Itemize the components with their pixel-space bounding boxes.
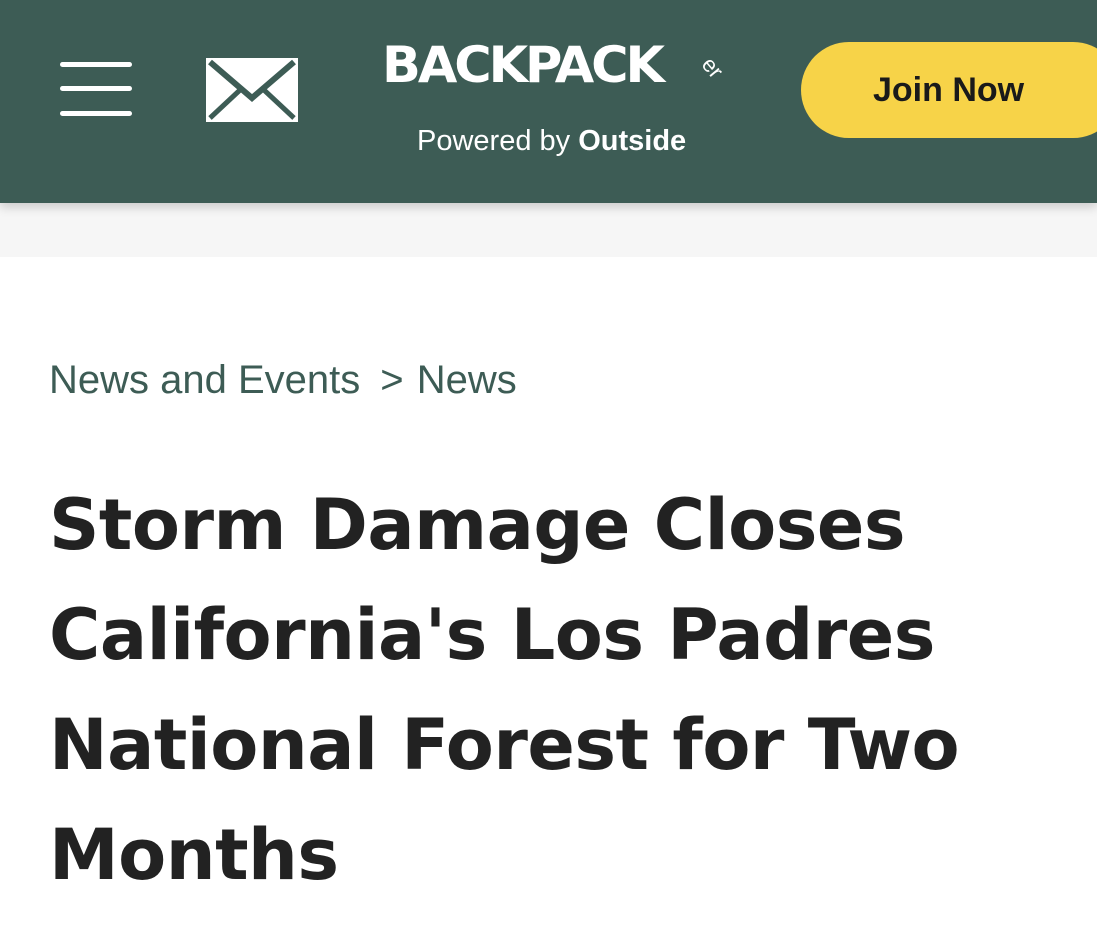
menu-bar bbox=[60, 86, 132, 91]
logo-suffix: er bbox=[696, 52, 729, 84]
site-logo[interactable]: BACKPACK er bbox=[380, 32, 750, 102]
logo-wordmark: BACKPACK bbox=[382, 36, 665, 94]
article-title: Storm Damage Closes California's Los Pad… bbox=[49, 484, 960, 896]
hamburger-menu-icon[interactable] bbox=[60, 62, 132, 118]
powered-by-brand: Outside bbox=[578, 125, 687, 157]
powered-by-tagline: Powered by Outside bbox=[417, 125, 686, 158]
breadcrumb-news-and-events[interactable]: News and Events bbox=[49, 358, 360, 402]
join-now-button[interactable]: Join Now bbox=[801, 42, 1097, 138]
breadcrumb-news[interactable]: News bbox=[417, 358, 517, 402]
breadcrumb: News and Events > News bbox=[49, 358, 517, 403]
breadcrumb-separator: > bbox=[380, 358, 404, 402]
menu-bar bbox=[60, 111, 132, 116]
site-header: BACKPACK er Powered by Outside Join Now bbox=[0, 0, 1097, 203]
envelope-icon[interactable] bbox=[206, 58, 298, 122]
sub-header-bar bbox=[0, 203, 1097, 257]
menu-bar bbox=[60, 62, 132, 67]
powered-by-prefix: Powered by bbox=[417, 125, 579, 157]
